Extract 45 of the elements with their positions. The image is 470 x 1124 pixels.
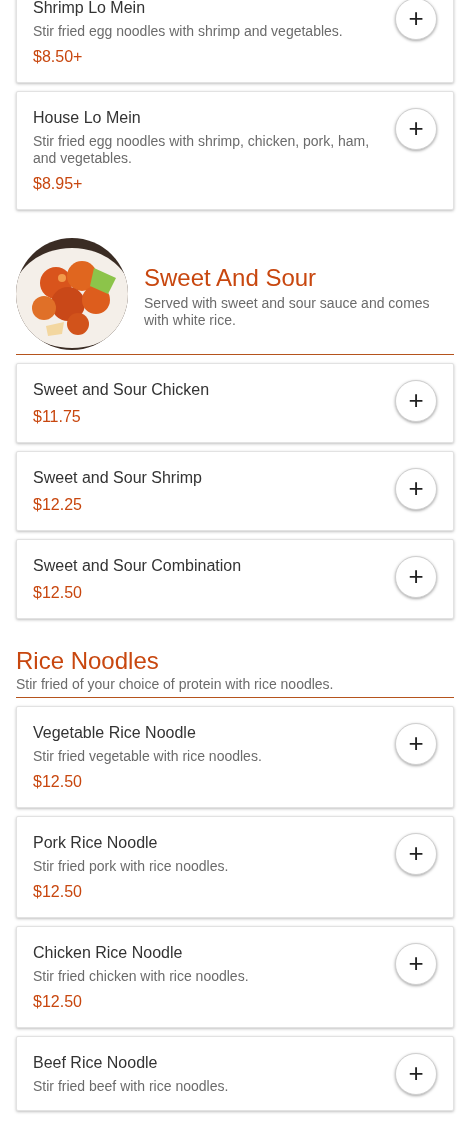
item-description: Stir fried egg noodles with shrimp and vegetables.: [33, 23, 343, 40]
menu-item-card[interactable]: Chicken Rice Noodle Stir fried chicken with rice noodles. $12.50 +: [16, 926, 454, 1028]
item-price: $12.50: [33, 992, 83, 1012]
add-button[interactable]: +: [395, 556, 437, 598]
menu-item-card[interactable]: Beef Rice Noodle Stir fried beef with rice noodles. +: [16, 1036, 454, 1111]
add-button[interactable]: +: [395, 0, 437, 40]
item-name: House Lo Mein: [33, 108, 142, 128]
item-price: $8.95+: [33, 174, 84, 194]
item-name: Sweet and Sour Combination: [33, 556, 242, 576]
item-name: Beef Rice Noodle: [33, 1053, 159, 1073]
item-name: Shrimp Lo Mein: [33, 0, 147, 18]
menu-item-card[interactable]: Sweet and Sour Shrimp $12.25 +: [16, 451, 454, 531]
item-price: $12.25: [33, 495, 83, 515]
section-description: Served with sweet and sour sauce and comes with white rice.: [144, 295, 431, 329]
add-button[interactable]: +: [395, 723, 437, 765]
item-description: Stir fried vegetable with rice noodles.: [33, 748, 262, 765]
item-name: Chicken Rice Noodle: [33, 943, 184, 963]
item-description: Stir fried egg noodles with shrimp, chicken, pork, ham, and vegetables.: [33, 133, 371, 167]
add-button[interactable]: +: [395, 1053, 437, 1095]
menu-item-card[interactable]: Pork Rice Noodle Stir fried pork with rice noodles. $12.50 +: [16, 816, 454, 918]
item-name: Pork Rice Noodle: [33, 833, 159, 853]
add-button[interactable]: +: [395, 468, 437, 510]
section-description: Stir fried of your choice of protein with rice noodles.: [16, 676, 335, 693]
add-button[interactable]: +: [395, 833, 437, 875]
add-button[interactable]: +: [395, 380, 437, 422]
item-description: Stir fried pork with rice noodles.: [33, 858, 229, 875]
item-name: Vegetable Rice Noodle: [33, 723, 197, 743]
item-price: $11.75: [33, 407, 82, 427]
section-title: Rice Noodles: [16, 647, 160, 675]
menu-item-card[interactable]: Sweet and Sour Chicken $11.75 +: [16, 363, 454, 443]
item-price: $12.50: [33, 882, 83, 902]
item-price: $12.50: [33, 772, 83, 792]
item-description: Stir fried chicken with rice noodles.: [33, 968, 249, 985]
item-price: $8.50+: [33, 47, 84, 67]
menu-item-card[interactable]: House Lo Mein Stir fried egg noodles with shrimp, chicken, pork, ham, and vegetables. $8.95+ +: [16, 91, 454, 210]
menu-item-card[interactable]: Vegetable Rice Noodle Stir fried vegetable with rice noodles. $12.50 +: [16, 706, 454, 808]
item-name: Sweet and Sour Chicken: [33, 380, 210, 400]
item-name: Sweet and Sour Shrimp: [33, 468, 202, 488]
add-button[interactable]: +: [395, 943, 437, 985]
item-description: Stir fried beef with rice noodles.: [33, 1078, 229, 1095]
section-title: Sweet And Sour: [144, 264, 318, 292]
item-price: $12.50: [33, 583, 83, 603]
add-button[interactable]: +: [395, 108, 437, 150]
menu-item-card[interactable]: Shrimp Lo Mein Stir fried egg noodles with shrimp and vegetables. $8.50+ +: [16, 0, 454, 83]
menu-item-card[interactable]: Sweet and Sour Combination $12.50 +: [16, 539, 454, 619]
